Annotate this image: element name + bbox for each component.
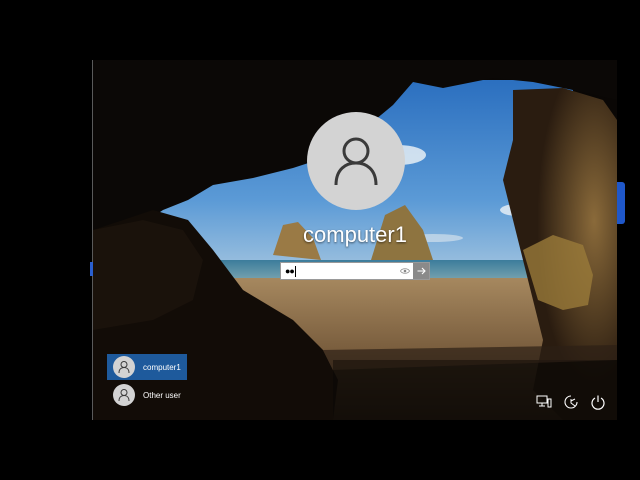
user-icon	[334, 137, 378, 186]
system-icons	[535, 393, 606, 410]
power-button[interactable]	[589, 393, 606, 410]
eye-icon[interactable]	[400, 267, 410, 275]
user-avatar-large	[307, 112, 405, 210]
ease-of-access-icon	[563, 394, 578, 409]
network-button[interactable]	[535, 393, 552, 410]
password-mask: ●●	[285, 266, 295, 276]
password-box: ●●	[280, 262, 430, 280]
network-icon	[536, 395, 551, 407]
user-list: computer1 Other user	[107, 354, 187, 410]
ease-of-access-button[interactable]	[562, 393, 579, 410]
user-tile-label: computer1	[143, 362, 181, 372]
user-tile-label: Other user	[143, 390, 181, 400]
arrow-right-icon	[417, 267, 426, 275]
user-icon	[118, 389, 130, 402]
user-tile-computer1[interactable]: computer1	[107, 354, 187, 380]
user-avatar-small	[113, 356, 135, 378]
text-caret	[294, 265, 296, 277]
user-name: computer1	[303, 222, 407, 247]
password-input[interactable]: ●●	[281, 263, 413, 279]
power-icon	[590, 395, 605, 410]
lock-screen: computer1 ●● computer1 Other user	[93, 60, 617, 420]
right-window-tab	[617, 182, 625, 224]
user-tile-other-user[interactable]: Other user	[107, 382, 187, 408]
submit-button[interactable]	[413, 263, 429, 279]
user-avatar-small	[113, 384, 135, 406]
user-icon	[118, 361, 130, 374]
